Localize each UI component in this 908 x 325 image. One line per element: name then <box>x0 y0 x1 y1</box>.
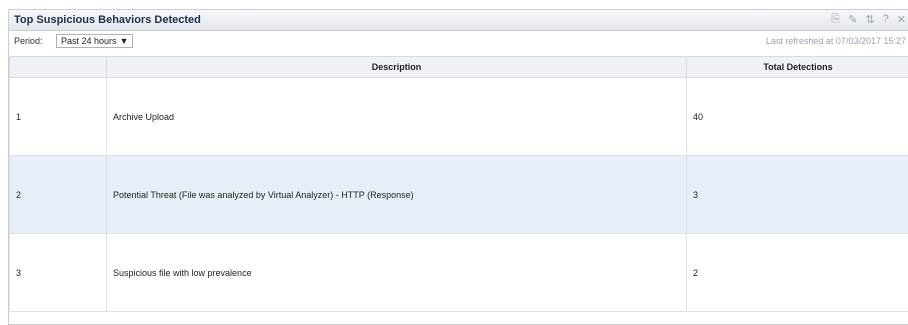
widget-title: Top Suspicious Behaviors Detected <box>14 14 201 26</box>
widget-titlebar: Top Suspicious Behaviors Detected ⎘ ✎ ⇅ … <box>9 10 908 31</box>
last-refreshed-text: Last refreshed at 07/03/2017 15:27 <box>765 36 906 46</box>
row-rank: 3 <box>9 233 107 312</box>
widget-toolbar: Period: Past 24 hours ▼ Last refreshed a… <box>9 31 908 52</box>
behaviors-table: Description Total Detections 1 Archive U… <box>9 56 908 312</box>
row-total-detections: 2 <box>686 233 908 312</box>
row-description: Suspicious file with low prevalence <box>106 233 687 312</box>
edit-icon[interactable]: ✎ <box>848 13 857 26</box>
close-icon[interactable]: ✕ <box>897 13 906 26</box>
row-total-detections: 3 <box>686 155 908 234</box>
chevron-down-icon: ▼ <box>119 36 129 46</box>
column-header-rank[interactable] <box>9 56 107 78</box>
widget-panel: Top Suspicious Behaviors Detected ⎘ ✎ ⇅ … <box>8 9 908 325</box>
help-icon[interactable]: ? <box>883 13 889 26</box>
table-row[interactable]: 3 Suspicious file with low prevalence 2 <box>9 233 908 312</box>
widget-tools: ⎘ ✎ ⇅ ? ✕ <box>831 13 906 26</box>
row-total-detections: 40 <box>686 77 908 156</box>
period-dropdown[interactable]: Past 24 hours ▼ <box>56 34 134 48</box>
period-value: Past 24 hours <box>61 36 117 46</box>
refresh-icon[interactable]: ⇅ <box>865 13 874 26</box>
row-description: Archive Upload <box>106 77 687 156</box>
column-header-total-detections[interactable]: Total Detections <box>686 56 908 78</box>
column-header-description[interactable]: Description <box>106 56 687 78</box>
period-label: Period: <box>14 36 43 46</box>
table-row[interactable]: 1 Archive Upload 40 <box>9 77 908 156</box>
table-header-row: Description Total Detections <box>9 56 908 78</box>
row-rank: 1 <box>9 77 107 156</box>
export-icon[interactable]: ⎘ <box>831 13 840 26</box>
row-description: Potential Threat (File was analyzed by V… <box>106 155 687 234</box>
row-rank: 2 <box>9 155 107 234</box>
table-row[interactable]: 2 Potential Threat (File was analyzed by… <box>9 155 908 234</box>
